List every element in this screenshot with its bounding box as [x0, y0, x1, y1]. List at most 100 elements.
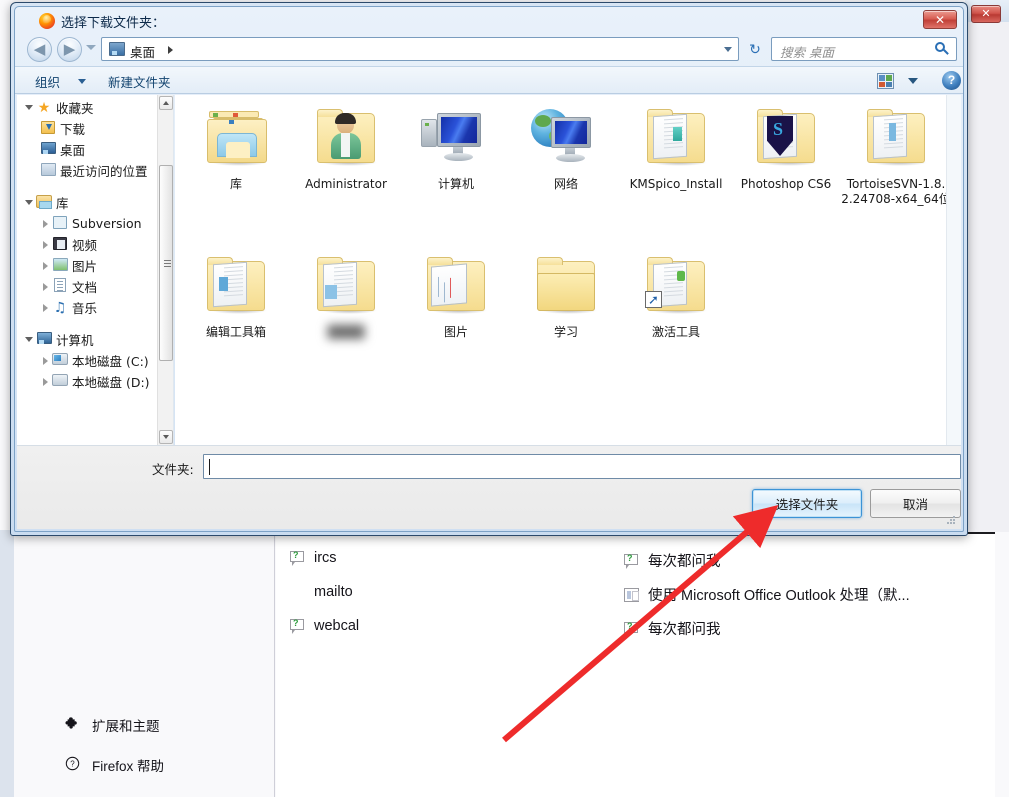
tree-item-subversion[interactable]: Subversion — [17, 213, 173, 234]
tree-item-music[interactable]: ♫ 音乐 — [17, 297, 173, 318]
file-item-edit-toolbox[interactable]: 编辑工具箱 — [181, 251, 291, 340]
tree-item-favorites[interactable]: ★ 收藏夹 — [17, 97, 173, 118]
file-item-pictures[interactable]: 图片 — [401, 251, 511, 340]
sidebar-item-extensions-themes[interactable]: 扩展和主题 — [14, 705, 275, 745]
file-item-kmspico-install[interactable]: KMSpico_Install — [621, 103, 731, 192]
tree-item-drive-c[interactable]: 本地磁盘 (C:) — [17, 350, 173, 371]
file-item-label: 图片 — [443, 325, 468, 339]
action-row-ircs[interactable]: ? 每次都问我 — [624, 550, 721, 571]
sidebar-item-firefox-help[interactable]: ? Firefox 帮助 — [14, 745, 275, 785]
svg-text:?: ? — [70, 760, 75, 769]
sidebar-item-label: 扩展和主题 — [92, 719, 160, 734]
file-item-activation-tool[interactable]: ➚ 激活工具 — [621, 251, 731, 340]
file-pane-scrollbar[interactable] — [946, 95, 961, 445]
cancel-button[interactable]: 取消 — [870, 489, 961, 518]
protocol-row-webcal[interactable]: ? webcal — [290, 618, 359, 634]
scroll-up-arrow-icon[interactable] — [159, 96, 173, 110]
tree-item-label: 音乐 — [72, 301, 98, 316]
twisty-collapsed-icon[interactable] — [39, 240, 51, 249]
twisty-expanded-icon[interactable] — [23, 200, 35, 205]
tree-item-downloads[interactable]: 下载 — [17, 118, 173, 139]
twisty-collapsed-icon[interactable] — [39, 303, 51, 312]
tree-item-label: 本地磁盘 (C:) — [72, 354, 149, 369]
user-folder-icon — [303, 103, 389, 177]
refresh-button[interactable]: ↻ — [743, 37, 767, 61]
file-item-libraries[interactable]: 库 — [181, 103, 291, 192]
tree-item-label: Subversion — [72, 216, 142, 231]
back-arrow-icon: ◀ — [33, 40, 46, 58]
tree-item-libraries[interactable]: 库 — [17, 192, 173, 213]
tree-item-recent-places[interactable]: 最近访问的位置 — [17, 160, 173, 181]
file-item-tortoisesvn[interactable]: TortoiseSVN-1.8.2.24708-x64_64位 — [841, 103, 951, 207]
music-icon: ♫ — [53, 299, 67, 316]
tree-item-label: 收藏夹 — [56, 101, 94, 116]
forward-button[interactable]: ▶ — [57, 37, 82, 62]
protocol-row-mailto[interactable]: mailto — [314, 584, 353, 600]
outlook-icon — [624, 587, 639, 602]
file-item-photoshop-cs6[interactable]: S Photoshop CS6 — [731, 103, 841, 192]
twisty-collapsed-icon[interactable] — [39, 282, 51, 291]
scroll-down-arrow-icon[interactable] — [159, 430, 173, 444]
dialog-frame: 选择下载文件夹： ✕ ◀ ▶ 桌面 ↻ 搜索 桌面 组织 新建文件夹 ? ★ 收… — [14, 6, 964, 532]
dialog-close-button[interactable]: ✕ — [923, 10, 957, 29]
file-item-administrator[interactable]: Administrator — [291, 103, 401, 192]
address-dropdown-icon[interactable] — [724, 47, 732, 52]
tree-item-label: 最近访问的位置 — [60, 164, 148, 179]
new-folder-button[interactable]: 新建文件夹 — [108, 72, 171, 91]
twisty-collapsed-icon[interactable] — [39, 219, 51, 228]
tree-item-pictures[interactable]: 图片 — [17, 255, 173, 276]
twisty-collapsed-icon[interactable] — [39, 377, 51, 386]
change-view-icon[interactable] — [877, 73, 894, 89]
breadcrumb[interactable]: 桌面 — [130, 42, 155, 61]
action-row-mailto[interactable]: 使用 Microsoft Office Outlook 处理（默... — [624, 584, 910, 605]
scrollbar-thumb[interactable] — [159, 165, 173, 361]
firefox-preferences-sidebar: 扩展和主题 ? Firefox 帮助 — [14, 534, 275, 797]
firefox-close-button[interactable]: ✕ — [971, 5, 1001, 23]
recent-pages-chevron-icon[interactable] — [86, 45, 96, 50]
protocol-label: webcal — [314, 618, 360, 634]
protocol-handler-icon: ? — [624, 621, 639, 637]
select-folder-button[interactable]: 选择文件夹 — [752, 489, 862, 518]
firefox-preferences-content: 扩展和主题 ? Firefox 帮助 ? ircs mailto ? webca… — [14, 532, 995, 797]
file-item-label: TortoiseSVN-1.8.2.24708-x64_64位 — [841, 177, 951, 206]
file-item-network[interactable]: 网络 — [511, 103, 621, 192]
resize-grip-icon[interactable] — [946, 516, 956, 526]
tree-item-drive-d[interactable]: 本地磁盘 (D:) — [17, 371, 173, 392]
tree-item-documents[interactable]: 文档 — [17, 276, 173, 297]
tree-item-desktop[interactable]: 桌面 — [17, 139, 173, 160]
twisty-expanded-icon[interactable] — [23, 337, 35, 342]
back-button[interactable]: ◀ — [27, 37, 52, 62]
file-item-label: 计算机 — [437, 177, 474, 191]
dialog-footer: 文件夹: 选择文件夹 取消 — [17, 445, 961, 529]
navigation-pane: ★ 收藏夹 下载 桌面 最近访问的位置 库 Subversion 视频 图片 文… — [17, 95, 174, 445]
address-bar[interactable]: 桌面 — [101, 37, 739, 61]
action-row-webcal[interactable]: ? 每次都问我 — [624, 618, 721, 639]
shortcut-arrow-icon: ➚ — [645, 291, 662, 308]
navpane-scrollbar[interactable] — [157, 95, 173, 445]
select-download-folder-dialog: 选择下载文件夹： ✕ ◀ ▶ 桌面 ↻ 搜索 桌面 组织 新建文件夹 ? ★ 收… — [10, 2, 968, 536]
organize-menu-button[interactable]: 组织 — [35, 72, 60, 91]
tree-item-computer[interactable]: 计算机 — [17, 329, 173, 350]
file-item-computer[interactable]: 计算机 — [401, 103, 511, 192]
dialog-titlebar[interactable]: 选择下载文件夹： ✕ — [15, 7, 963, 33]
twisty-collapsed-icon[interactable] — [39, 356, 51, 365]
folder-icon — [303, 251, 389, 325]
folder-name-input[interactable] — [203, 454, 961, 479]
action-label: 每次都问我 — [648, 622, 721, 638]
twisty-expanded-icon[interactable] — [23, 105, 35, 110]
folder-shortcut-icon: ➚ — [633, 251, 719, 325]
screen: 扩展和主题 ? Firefox 帮助 ? ircs mailto ? webca… — [0, 0, 1009, 797]
file-item-study[interactable]: 学习 — [511, 251, 621, 340]
tree-item-videos[interactable]: 视频 — [17, 234, 173, 255]
twisty-collapsed-icon[interactable] — [39, 261, 51, 270]
search-input[interactable]: 搜索 桌面 — [780, 42, 834, 61]
protocol-row-ircs[interactable]: ? ircs — [290, 550, 337, 566]
breadcrumb-chevron-icon[interactable] — [168, 46, 173, 54]
view-chevron-down-icon[interactable] — [908, 78, 918, 84]
chevron-down-icon[interactable] — [78, 79, 86, 84]
firefox-left-strip — [0, 530, 14, 797]
help-button[interactable]: ? — [942, 71, 961, 90]
search-box[interactable]: 搜索 桌面 — [771, 37, 957, 61]
file-item-redacted[interactable]: ████ — [291, 251, 401, 340]
protocol-handler-icon: ? — [290, 550, 305, 566]
